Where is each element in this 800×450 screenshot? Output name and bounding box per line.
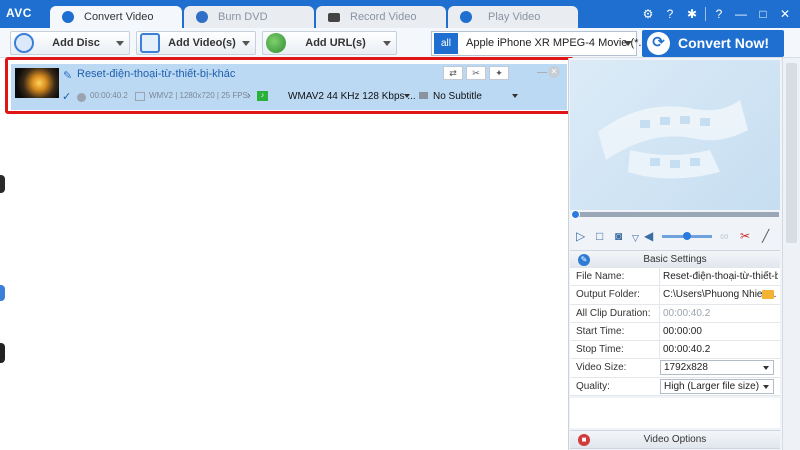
chevron-down-icon[interactable] <box>242 41 250 46</box>
tab-label: Convert Video <box>84 11 154 23</box>
title-bar: AVC Convert Video Burn DVD Record Video … <box>0 0 800 28</box>
chevron-down-icon[interactable] <box>624 41 632 46</box>
chevron-down-icon[interactable]: ▽ <box>632 231 639 245</box>
video-options-header[interactable]: ■ Video Options <box>570 430 780 449</box>
highlight-box <box>5 57 574 114</box>
section-title: Video Options <box>643 434 707 445</box>
settings-empty-area <box>570 398 780 428</box>
setting-name: Output Folder: <box>576 289 640 301</box>
tab-convert-video[interactable]: Convert Video <box>50 6 182 28</box>
tab-record-video[interactable]: Record Video <box>316 6 446 28</box>
video-size-select[interactable]: 1792x828 <box>660 360 774 376</box>
add-videos-label: Add Video(s) <box>168 37 236 49</box>
snapshot-icon[interactable]: ◙ <box>615 229 622 243</box>
convert-video-icon <box>62 11 74 23</box>
setting-row: All Clip Duration: 00:00:40.2 <box>570 304 780 323</box>
app-logo: AVC <box>6 6 32 20</box>
tab-label: Burn DVD <box>218 11 268 23</box>
stop-time-field[interactable]: 00:00:40.2 <box>659 341 778 360</box>
seek-bar[interactable] <box>572 212 779 217</box>
scrollbar[interactable] <box>782 58 800 450</box>
clip-duration-value: 00:00:40.2 <box>659 304 778 323</box>
scroll-thumb[interactable] <box>786 63 797 243</box>
help-icon[interactable]: ? <box>661 5 679 23</box>
scissors-icon[interactable]: ✂ <box>740 229 750 243</box>
setting-name: Video Size: <box>576 362 627 374</box>
minimize-button[interactable]: — <box>732 5 750 23</box>
volume-icon[interactable]: ◀ <box>644 229 653 243</box>
profile-all-icon: all <box>434 33 458 54</box>
play-video-icon <box>460 11 472 23</box>
file-list: ✎ Reset-điện-thoại-từ-thiết-bị-khác ⇄ ✂ … <box>0 58 568 450</box>
output-profile-select[interactable]: all Apple iPhone XR MPEG-4 Movie (*.m... <box>431 31 660 56</box>
add-disc-label: Add Disc <box>52 37 100 49</box>
disc-icon <box>14 33 34 53</box>
output-folder-field[interactable]: C:\Users\Phuong Nhien... <box>659 286 778 305</box>
edge-artifact <box>0 343 5 363</box>
output-folder-value: C:\Users\Phuong Nhien... <box>663 289 777 301</box>
playback-controls: ▷ □ ◙ ▽ ◀ ∞ ✂ ╱ <box>570 226 780 246</box>
quality-select[interactable]: High (Larger file size) <box>660 378 774 394</box>
start-time-field[interactable]: 00:00:00 <box>659 322 778 341</box>
video-size-value: 1792x828 <box>664 362 708 374</box>
settings-icon[interactable]: ⚙ <box>639 5 657 23</box>
quality-value: High (Larger file size) <box>664 380 760 392</box>
add-videos-button[interactable]: Add Video(s) <box>136 31 256 55</box>
preview-area <box>570 60 780 210</box>
tab-burn-dvd[interactable]: Burn DVD <box>184 6 314 28</box>
link-icon[interactable]: ∞ <box>720 229 729 243</box>
refresh-icon: ⟳ <box>647 32 670 55</box>
setting-name: All Clip Duration: <box>576 307 651 319</box>
chevron-down-icon <box>763 384 769 389</box>
film-watermark-icon <box>598 100 748 179</box>
chevron-down-icon[interactable] <box>116 41 124 46</box>
toolbar: Add Disc Add Video(s) Add URL(s) all App… <box>0 28 800 58</box>
setting-row: Output Folder: C:\Users\Phuong Nhien... <box>570 286 780 305</box>
chevron-down-icon[interactable] <box>383 41 391 46</box>
section-title: Basic Settings <box>643 254 707 265</box>
volume-handle[interactable] <box>683 232 691 240</box>
folder-icon[interactable] <box>762 290 774 300</box>
setting-name: Quality: <box>576 380 610 392</box>
tab-label: Record Video <box>350 11 417 23</box>
setting-row: Start Time: 00:00:00 <box>570 322 780 342</box>
setting-name: File Name: <box>576 271 625 282</box>
divider <box>705 7 706 21</box>
edge-artifact <box>0 285 5 301</box>
stop-icon[interactable]: □ <box>596 229 603 243</box>
seek-handle[interactable] <box>571 210 580 219</box>
play-icon[interactable]: ▷ <box>576 229 585 243</box>
add-urls-label: Add URL(s) <box>305 37 366 49</box>
setting-row: Quality: High (Larger file size) <box>570 377 780 397</box>
convert-now-label: Convert Now! <box>678 35 769 51</box>
tab-play-video[interactable]: Play Video <box>448 6 578 28</box>
basic-settings-table: File Name: Reset-điện-thoại-từ-thiết-bị.… <box>570 268 780 397</box>
basic-settings-header[interactable]: ✎ Basic Settings <box>570 250 780 269</box>
film-icon <box>140 33 160 53</box>
tab-label: Play Video <box>488 11 541 23</box>
setting-row: File Name: Reset-điện-thoại-từ-thiết-bị.… <box>570 268 780 287</box>
close-button[interactable]: ✕ <box>776 5 794 23</box>
add-urls-button[interactable]: Add URL(s) <box>262 31 397 55</box>
setting-row: Video Size: 1792x828 <box>570 359 780 378</box>
file-name-field[interactable]: Reset-điện-thoại-từ-thiết-bị... <box>659 268 778 286</box>
add-disc-button[interactable]: Add Disc <box>10 31 130 55</box>
magic-wand-icon[interactable]: ╱ <box>762 229 769 243</box>
globe-icon <box>266 33 286 53</box>
maximize-button[interactable]: □ <box>754 5 772 23</box>
edge-artifact <box>0 175 5 193</box>
gear-icon[interactable]: ✱ <box>683 5 701 23</box>
setting-name: Stop Time: <box>576 344 624 356</box>
setting-row: Stop Time: 00:00:40.2 <box>570 341 780 360</box>
chevron-down-icon <box>763 366 769 371</box>
setting-name: Start Time: <box>576 325 625 337</box>
convert-now-button[interactable]: ⟳ Convert Now! <box>642 30 784 57</box>
camera-icon <box>328 13 340 22</box>
info-icon[interactable]: ? <box>710 5 728 23</box>
window-controls: ⚙ ? ✱ ? — □ ✕ <box>639 5 794 23</box>
dvd-icon <box>196 11 208 23</box>
